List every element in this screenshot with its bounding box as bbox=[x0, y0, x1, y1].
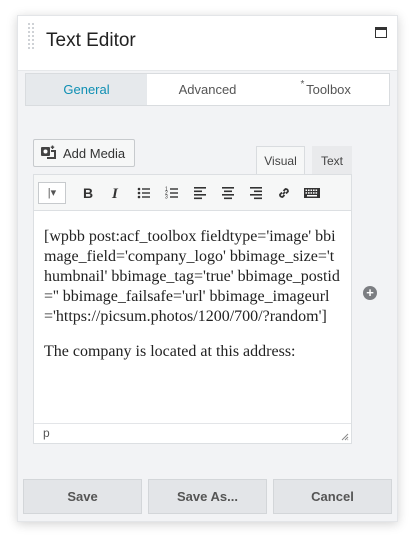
add-icon[interactable]: + bbox=[363, 286, 377, 300]
tab-general[interactable]: General bbox=[26, 74, 147, 105]
editor-section: Add Media Visual Text |▾ B I 1 2 3 [wpbb… bbox=[18, 116, 397, 469]
add-media-button[interactable]: Add Media bbox=[33, 139, 135, 167]
svg-text:I: I bbox=[111, 186, 119, 201]
maximize-icon[interactable] bbox=[375, 27, 387, 38]
panel-footer: Save Save As... Cancel bbox=[18, 469, 397, 521]
tab-advanced-label: Advanced bbox=[178, 82, 237, 97]
format-select[interactable]: |▾ bbox=[38, 181, 66, 204]
editor-toolbar: |▾ B I 1 2 3 bbox=[34, 175, 351, 211]
italic-icon[interactable]: I bbox=[102, 180, 130, 206]
align-center-icon[interactable] bbox=[214, 180, 242, 206]
save-as-button-label: Save As... bbox=[177, 489, 238, 504]
tab-advanced[interactable]: Advanced bbox=[147, 74, 268, 105]
tab-toolbox-label: Toolbox bbox=[306, 82, 351, 97]
align-right-icon[interactable] bbox=[242, 180, 270, 206]
panel-title: Text Editor bbox=[46, 30, 136, 51]
editor-content[interactable]: [wpbb post:acf_toolbox fieldtype='image'… bbox=[34, 211, 351, 362]
save-button-label: Save bbox=[67, 489, 98, 504]
tab-toolbox[interactable]: * Toolbox bbox=[268, 74, 389, 105]
editor-paragraph: The company is located at this address: bbox=[44, 343, 296, 360]
keyboard-icon[interactable] bbox=[298, 180, 326, 206]
tab-text-label: Text bbox=[320, 153, 343, 168]
link-icon[interactable] bbox=[270, 180, 298, 206]
editor-paragraph: [wpbb post:acf_toolbox fieldtype='image'… bbox=[44, 228, 340, 325]
numbered-list-icon[interactable]: 1 2 3 bbox=[158, 180, 186, 206]
rich-text-editor[interactable]: |▾ B I 1 2 3 [wpbb post:acf_toolbox fiel… bbox=[33, 174, 352, 444]
media-icon bbox=[41, 145, 56, 159]
panel-header: Text Editor bbox=[18, 16, 397, 71]
bold-icon[interactable]: B bbox=[74, 180, 102, 206]
cancel-button[interactable]: Cancel bbox=[273, 479, 392, 514]
settings-tabs: General Advanced * Toolbox bbox=[25, 73, 390, 106]
tab-toolbox-marker: * bbox=[300, 79, 305, 90]
save-button[interactable]: Save bbox=[23, 479, 142, 514]
resize-handle-icon[interactable] bbox=[341, 433, 349, 441]
editor-statusbar: p bbox=[34, 423, 351, 443]
tab-visual[interactable]: Visual bbox=[256, 146, 305, 174]
svg-text:B: B bbox=[83, 185, 93, 201]
bullet-list-icon[interactable] bbox=[130, 180, 158, 206]
add-media-label: Add Media bbox=[63, 145, 126, 161]
text-editor-panel: Text Editor General Advanced * Toolbox A… bbox=[17, 15, 398, 522]
cancel-button-label: Cancel bbox=[311, 489, 354, 504]
element-path: p bbox=[43, 426, 50, 440]
save-as-button[interactable]: Save As... bbox=[148, 479, 267, 514]
align-left-icon[interactable] bbox=[186, 180, 214, 206]
tab-visual-label: Visual bbox=[264, 153, 297, 168]
drag-handle-icon[interactable] bbox=[28, 23, 34, 51]
tab-text[interactable]: Text bbox=[312, 146, 352, 174]
svg-text:3: 3 bbox=[165, 194, 168, 200]
tab-general-label: General bbox=[63, 82, 110, 97]
